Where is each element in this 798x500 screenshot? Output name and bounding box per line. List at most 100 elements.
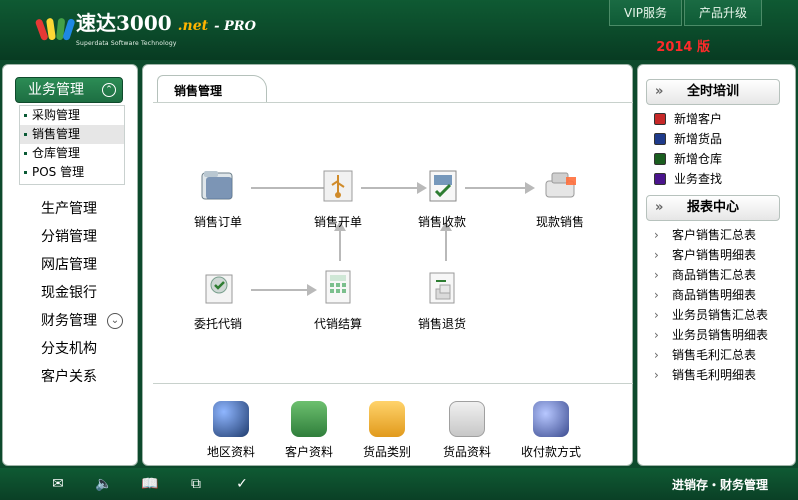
main-divider <box>153 383 633 384</box>
nav-item-finance[interactable]: 财务管理 ⌄ <box>41 307 123 335</box>
green-book-icon <box>654 153 666 165</box>
nav-item-distribution[interactable]: 分销管理 <box>41 223 123 251</box>
tool-customer[interactable]: 客户资料 <box>269 401 349 460</box>
flow-consign[interactable]: 委托代销 <box>183 263 253 332</box>
chevron-right-icon: › <box>654 308 659 322</box>
nav-item-label: 分销管理 <box>41 229 97 245</box>
flow-sales-order[interactable]: 销售订单 <box>183 161 253 230</box>
flow-arrow <box>251 284 317 296</box>
vip-service-button[interactable]: VIP服务 <box>608 0 682 26</box>
nav-item-cash-bank[interactable]: 现金银行 <box>41 279 123 307</box>
report-item-label: 商品销售明细表 <box>672 288 757 302</box>
submenu-item-warehouse[interactable]: 仓库管理 <box>20 144 124 163</box>
chevron-up-icon: ⌃ <box>102 83 116 97</box>
chevron-right-icon: › <box>654 288 659 302</box>
chevron-right-icon: › <box>654 228 659 242</box>
flow-sales-receipt[interactable]: 销售收款 <box>407 161 477 230</box>
training-item-label: 业务查找 <box>674 172 723 186</box>
speaker-icon[interactable]: 🔈 <box>94 474 114 494</box>
flow-cash-sale[interactable]: 现款销售 <box>525 161 595 230</box>
flow-label: 销售订单 <box>193 215 242 229</box>
nav-item-online-store[interactable]: 网店管理 <box>41 251 123 279</box>
training-item-new-customer[interactable]: 新增客户 <box>654 109 722 129</box>
report-section-button[interactable]: » 报表中心 <box>646 195 780 221</box>
calculator-doc-icon <box>314 263 362 311</box>
tool-label: 收付款方式 <box>520 445 581 459</box>
training-section-button[interactable]: » 全时培训 <box>646 79 780 105</box>
submenu-item-pos[interactable]: POS 管理 <box>20 163 124 182</box>
training-item-label: 新增货品 <box>674 132 723 146</box>
flow-label: 委托代销 <box>193 317 242 331</box>
report-item-label: 销售毛利明细表 <box>672 368 757 382</box>
submenu-item-purchase[interactable]: 采购管理 <box>20 106 124 125</box>
product-upgrade-button[interactable]: 产品升级 <box>683 0 762 26</box>
copy-icon[interactable]: ⧉ <box>186 474 206 494</box>
left-nav-section-title: 业务管理 <box>28 82 84 98</box>
left-nav-section-toggle[interactable]: 业务管理 ⌃ <box>15 77 123 103</box>
flow-sales-invoice[interactable]: 销售开单 <box>303 161 373 230</box>
red-book-icon <box>654 113 666 125</box>
chevron-right-icon: › <box>654 348 659 362</box>
training-item-new-warehouse[interactable]: 新增仓库 <box>654 149 722 169</box>
logo-name: 速达3000 .net - PRO Superdata Software Tec… <box>76 12 256 47</box>
report-item[interactable]: › 销售毛利汇总表 <box>654 345 768 365</box>
tool-label: 货品类别 <box>362 445 411 459</box>
main-panel: 销售管理 销售订单 销售开单 销售收款 现款销售 委托代销 代销结算 销售退货 … <box>142 64 633 466</box>
boxes-icon <box>369 401 405 437</box>
training-item-new-goods[interactable]: 新增货品 <box>654 129 722 149</box>
nav-item-label: 现金银行 <box>41 285 97 301</box>
tool-label: 地区资料 <box>206 445 255 459</box>
app-header: 速达3000 .net - PRO Superdata Software Tec… <box>0 0 798 60</box>
nav-item-production[interactable]: 生产管理 <box>41 195 123 223</box>
mail-icon[interactable]: ✉ <box>48 474 68 494</box>
goods-icon <box>449 401 485 437</box>
nav-item-branch[interactable]: 分支机构 <box>41 335 123 363</box>
flow-arrow-vertical <box>334 221 346 261</box>
chevron-right-icon: › <box>654 328 659 342</box>
version-label: 2014 版 <box>656 40 710 55</box>
tool-payment[interactable]: 收付款方式 <box>511 401 591 460</box>
report-item[interactable]: › 客户销售明细表 <box>654 245 768 265</box>
tab-sales-management[interactable]: 销售管理 <box>157 75 267 103</box>
payment-icon <box>533 401 569 437</box>
training-list: 新增客户 新增货品 新增仓库 业务查找 <box>654 109 722 189</box>
report-item[interactable]: › 客户销售汇总表 <box>654 225 768 245</box>
nav-item-label: 分支机构 <box>41 341 97 357</box>
purple-book-icon <box>654 173 666 185</box>
flow-sales-return[interactable]: 销售退货 <box>407 263 477 332</box>
flow-label: 销售开单 <box>313 215 362 229</box>
tool-region[interactable]: 地区资料 <box>191 401 271 460</box>
flow-label: 现款销售 <box>535 215 584 229</box>
report-item-label: 客户销售明细表 <box>672 248 757 262</box>
logo-sub: Superdata Software Technology <box>76 40 177 47</box>
check-icon[interactable]: ✓ <box>232 474 252 494</box>
submenu-item-sales[interactable]: 销售管理 <box>20 125 124 144</box>
usb-box-icon <box>314 161 362 209</box>
training-item-label: 新增仓库 <box>674 152 723 166</box>
right-panel: » 全时培训 新增客户 新增货品 新增仓库 业务查找 » 报表中心 › 客户销售汇… <box>637 64 796 466</box>
report-item[interactable]: › 业务员销售汇总表 <box>654 305 768 325</box>
report-item[interactable]: › 销售毛利明细表 <box>654 365 768 385</box>
tool-goods[interactable]: 货品资料 <box>427 401 507 460</box>
check-document-icon <box>418 161 466 209</box>
chevron-down-icon: ⌄ <box>107 313 123 329</box>
flow-label: 代销结算 <box>313 317 362 331</box>
report-item[interactable]: › 商品销售明细表 <box>654 285 768 305</box>
chevron-right-icon: › <box>654 268 659 282</box>
report-item[interactable]: › 业务员销售明细表 <box>654 325 768 345</box>
training-item-search[interactable]: 业务查找 <box>654 169 722 189</box>
tool-goods-category[interactable]: 货品类别 <box>347 401 427 460</box>
report-list: › 客户销售汇总表 › 客户销售明细表 › 商品销售汇总表 › 商品销售明细表 › 业务员… <box>654 225 768 385</box>
double-chevron-right-icon: » <box>655 200 664 215</box>
tool-label: 客户资料 <box>284 445 333 459</box>
flow-consign-settle[interactable]: 代销结算 <box>303 263 373 332</box>
book-icon[interactable]: 📖 <box>140 474 160 494</box>
chevron-right-icon: › <box>654 368 659 382</box>
nav-item-label: 客户关系 <box>41 369 97 385</box>
globe-icon <box>213 401 249 437</box>
report-item[interactable]: › 商品销售汇总表 <box>654 265 768 285</box>
nav-item-crm[interactable]: 客户关系 <box>41 363 123 391</box>
left-nav-main-items: 生产管理 分销管理 网店管理 现金银行 财务管理 ⌄ 分支机构 客户关系 <box>41 195 123 391</box>
left-nav-submenu: 采购管理 销售管理 仓库管理 POS 管理 <box>19 105 125 185</box>
report-item-label: 客户销售汇总表 <box>672 228 757 242</box>
